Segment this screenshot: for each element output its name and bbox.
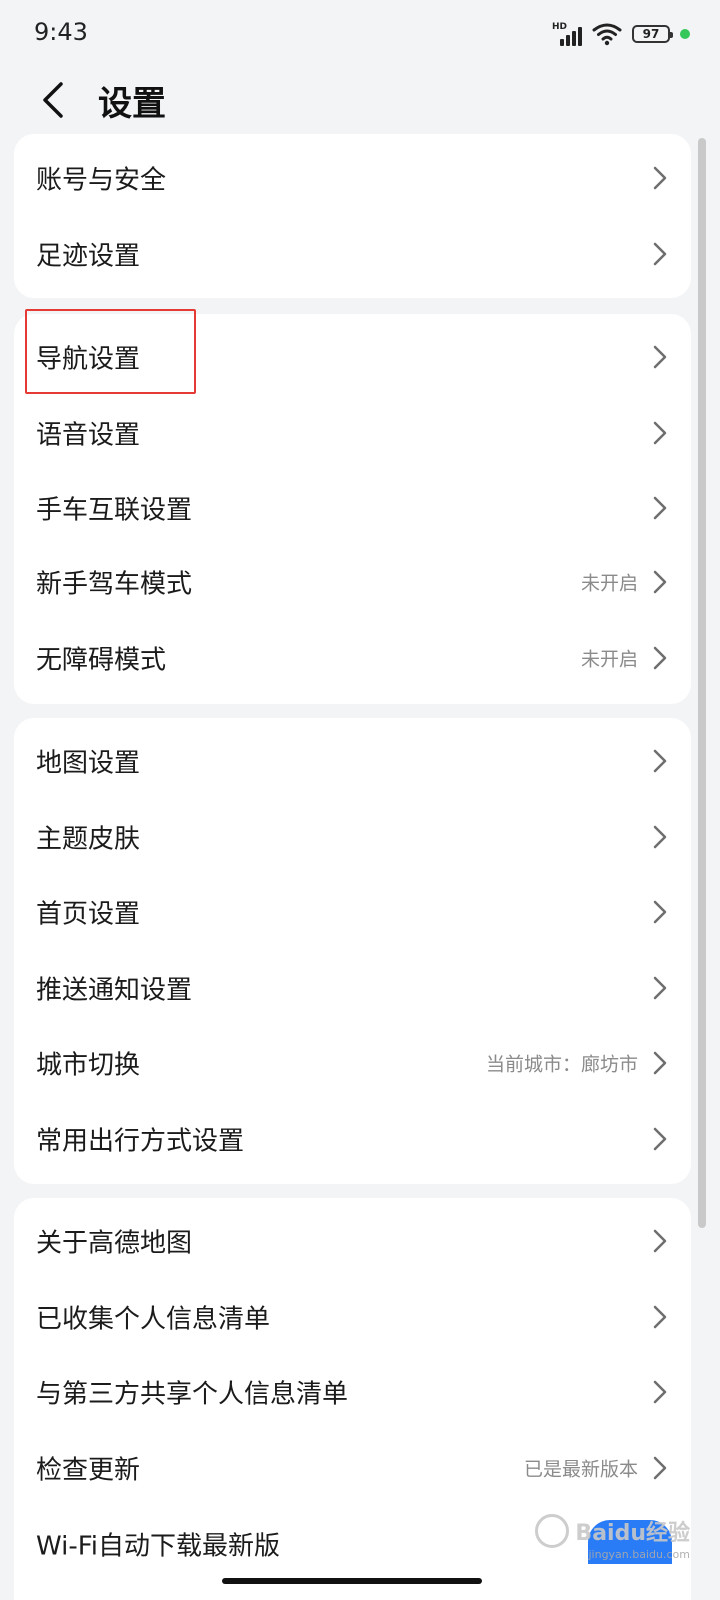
settings-row-shared-info[interactable]: 与第三方共享个人信息清单 (14, 1354, 691, 1430)
row-label: 推送通知设置 (36, 975, 193, 1006)
signal-icon: HD (552, 22, 582, 46)
settings-row-home[interactable]: 首页设置 (14, 874, 691, 950)
current-city-value: 当前城市：廊坊市 (485, 1053, 638, 1076)
row-label: 主题皮肤 (36, 824, 141, 855)
settings-row-push-notifications[interactable]: 推送通知设置 (14, 950, 691, 1026)
settings-row-theme[interactable]: 主题皮肤 (14, 799, 691, 875)
battery-icon: 97 (632, 25, 673, 43)
watermark-text: Baidu经验 (575, 1521, 690, 1546)
green-dot-icon (680, 29, 690, 39)
row-label: 与第三方共享个人信息清单 (36, 1379, 349, 1410)
page-title: 设置 (98, 84, 166, 124)
settings-row-novice-driving[interactable]: 新手驾车模式 未开启 (14, 544, 691, 620)
chevron-right-icon (653, 166, 667, 190)
chevron-right-icon (653, 496, 667, 520)
settings-group-account: 账号与安全 足迹设置 (14, 134, 691, 298)
settings-row-map[interactable]: 地图设置 (14, 723, 691, 799)
settings-row-travel-mode[interactable]: 常用出行方式设置 (14, 1101, 691, 1177)
chevron-right-icon (653, 646, 667, 670)
baidu-paw-icon (535, 1514, 570, 1548)
watermark-url: jingyan.baidu.com (588, 1548, 690, 1561)
row-label: 语音设置 (36, 420, 141, 451)
chevron-right-icon (653, 1229, 667, 1253)
back-button[interactable] (30, 78, 74, 122)
row-label: Wi-Fi自动下载最新版 (36, 1531, 281, 1562)
status-icons: HD 97 (552, 20, 690, 48)
scrollbar[interactable] (698, 138, 706, 1228)
row-label: 手车互联设置 (36, 495, 193, 526)
settings-row-account-security[interactable]: 账号与安全 (14, 140, 691, 216)
row-label: 新手驾车模式 (36, 569, 193, 600)
header: 设置 (0, 64, 720, 134)
highlight-annotation-box (25, 309, 196, 394)
chevron-right-icon (653, 1305, 667, 1329)
chevron-right-icon (653, 825, 667, 849)
row-label: 常用出行方式设置 (36, 1126, 245, 1157)
battery-level: 97 (642, 27, 660, 41)
wifi-icon (592, 23, 622, 46)
chevron-right-icon (653, 1380, 667, 1404)
update-status-value: 已是最新版本 (523, 1458, 638, 1481)
watermark: Baidu经验 jingyan.baidu.com (535, 1514, 690, 1561)
settings-row-city-switch[interactable]: 城市切换 当前城市：廊坊市 (14, 1025, 691, 1101)
chevron-right-icon (653, 1127, 667, 1151)
chevron-right-icon (653, 570, 667, 594)
row-label: 城市切换 (36, 1050, 141, 1081)
status-time: 9:43 (34, 18, 88, 46)
chevron-right-icon (653, 242, 667, 266)
home-indicator[interactable] (222, 1578, 482, 1584)
settings-row-voice[interactable]: 语音设置 (14, 395, 691, 471)
row-label: 地图设置 (36, 748, 141, 779)
row-label: 检查更新 (36, 1455, 141, 1486)
row-label: 首页设置 (36, 899, 141, 930)
settings-row-about[interactable]: 关于高德地图 (14, 1203, 691, 1279)
chevron-left-icon (43, 82, 63, 118)
settings-row-check-update[interactable]: 检查更新 已是最新版本 (14, 1430, 691, 1506)
settings-group-map: 地图设置 主题皮肤 首页设置 推送通知设置 城市切换 当前城市：廊坊市 常用出行… (14, 718, 691, 1184)
row-label: 账号与安全 (36, 165, 167, 196)
status-bar: 9:43 HD 97 (0, 0, 720, 64)
chevron-right-icon (653, 900, 667, 924)
settings-row-car-link[interactable]: 手车互联设置 (14, 470, 691, 546)
settings-row-collected-info[interactable]: 已收集个人信息清单 (14, 1279, 691, 1355)
chevron-right-icon (653, 976, 667, 1000)
row-label: 关于高德地图 (36, 1228, 193, 1259)
chevron-right-icon (653, 421, 667, 445)
chevron-right-icon (653, 1051, 667, 1075)
row-label: 无障碍模式 (36, 645, 167, 676)
settings-row-footprint[interactable]: 足迹设置 (14, 216, 691, 292)
chevron-right-icon (653, 749, 667, 773)
chevron-right-icon (653, 345, 667, 369)
settings-row-accessibility[interactable]: 无障碍模式 未开启 (14, 620, 691, 696)
row-status-value: 未开启 (580, 648, 638, 671)
row-label: 足迹设置 (36, 241, 141, 272)
chevron-right-icon (653, 1456, 667, 1480)
row-status-value: 未开启 (580, 572, 638, 595)
row-label: 已收集个人信息清单 (36, 1304, 271, 1335)
